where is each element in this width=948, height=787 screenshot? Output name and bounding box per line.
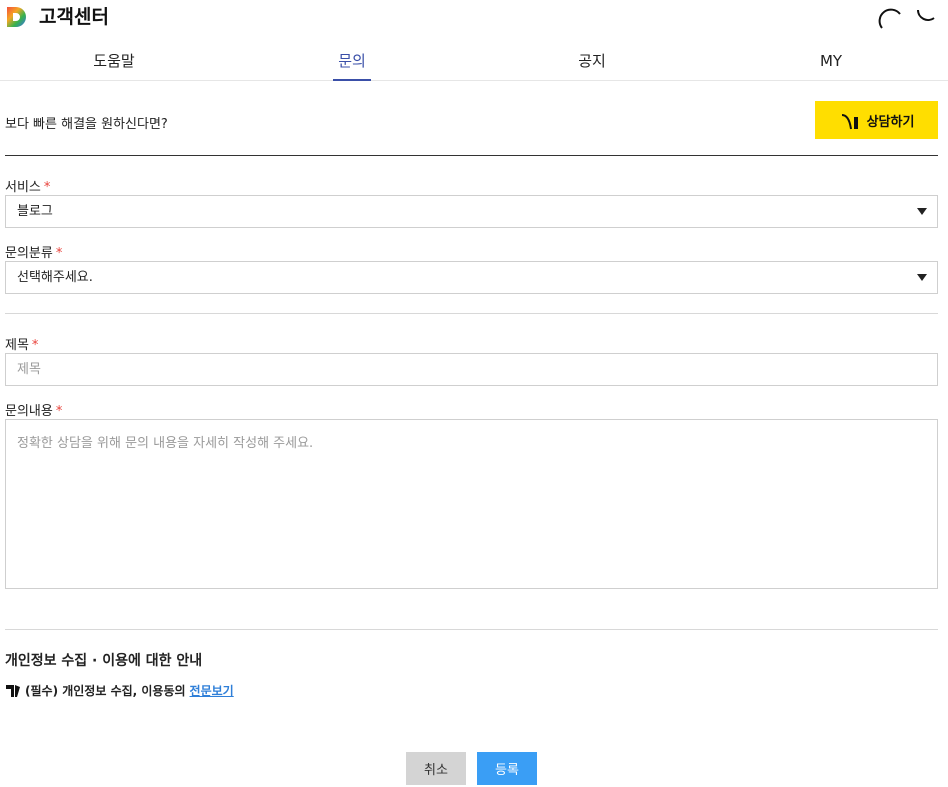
loading-arc-icon	[878, 8, 901, 29]
service-select-value: 블로그	[17, 204, 53, 219]
promo-text: 보다 빠른 해결을 원하신다면?	[5, 117, 168, 132]
cancel-button[interactable]: 취소	[406, 752, 466, 785]
tab-my[interactable]: MY	[814, 44, 848, 81]
category-label: 문의분류 *	[5, 246, 63, 261]
caret-down-icon	[917, 274, 927, 281]
talk-bubble-icon	[838, 109, 861, 131]
service-label: 서비스 *	[5, 180, 51, 195]
required-mark: *	[55, 404, 63, 419]
consent-text: (필수) 개인정보 수집, 이용동의	[25, 684, 186, 698]
service-select[interactable]: 블로그	[5, 195, 938, 228]
subject-input[interactable]	[5, 353, 938, 386]
header: 고객센터	[0, 0, 948, 34]
consult-button[interactable]: 상담하기	[815, 101, 938, 139]
caret-down-icon	[917, 208, 927, 215]
view-full-text-link[interactable]: 전문보기	[190, 682, 234, 699]
required-mark: *	[31, 338, 39, 353]
section-divider	[5, 313, 938, 314]
content-label: 문의내용 *	[5, 404, 63, 419]
privacy-title: 개인정보 수집 · 이용에 대한 안내	[5, 653, 203, 669]
consent-checkbox-icon[interactable]	[5, 683, 21, 699]
privacy-consent-row: (필수) 개인정보 수집, 이용동의 전문보기	[5, 682, 234, 699]
section-divider	[5, 155, 938, 156]
daum-logo-icon[interactable]	[5, 5, 29, 29]
required-mark: *	[43, 180, 51, 195]
tab-bar: 도움말 문의 공지 MY	[0, 44, 948, 81]
required-mark: *	[55, 246, 63, 261]
category-select[interactable]: 선택해주세요.	[5, 261, 938, 294]
page-title: 고객센터	[39, 6, 109, 28]
consult-button-label: 상담하기	[866, 113, 915, 129]
section-divider	[5, 629, 938, 630]
tab-inquiry[interactable]: 문의	[333, 44, 371, 81]
tab-notice[interactable]: 공지	[573, 44, 611, 81]
loading-arc-icon	[917, 9, 935, 21]
tab-help[interactable]: 도움말	[88, 44, 140, 81]
content-textarea[interactable]	[5, 419, 938, 589]
subject-label: 제목 *	[5, 338, 39, 353]
category-select-value: 선택해주세요.	[17, 270, 93, 285]
submit-button[interactable]: 등록	[477, 752, 537, 785]
